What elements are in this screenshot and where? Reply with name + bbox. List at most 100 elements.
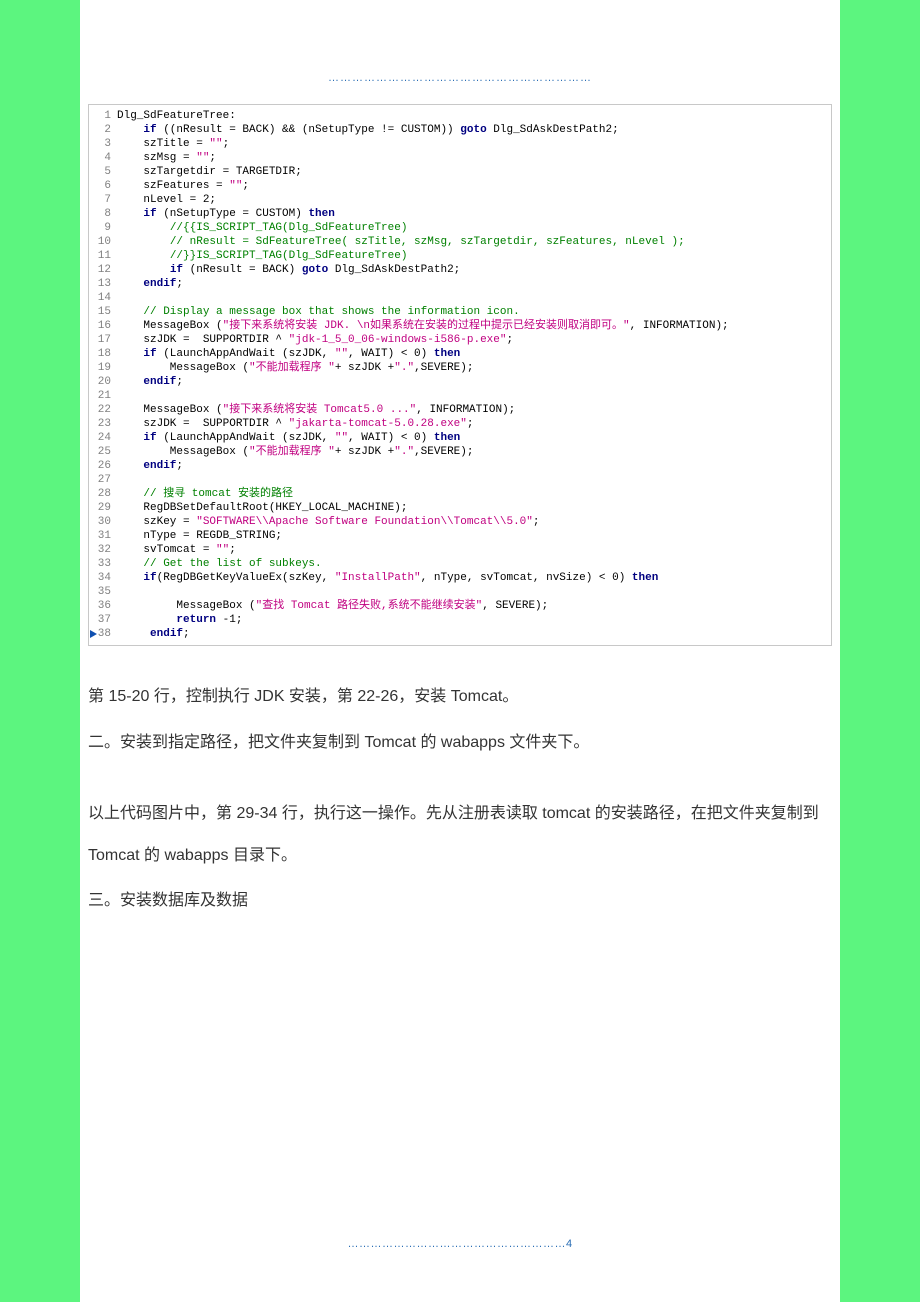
line-number: 11 (89, 249, 117, 263)
line-number: 16 (89, 319, 117, 333)
line-number: 33 (89, 557, 117, 571)
line-number: 32 (89, 543, 117, 557)
code-text (117, 473, 831, 487)
code-text: svTomcat = ""; (117, 543, 831, 557)
code-text (117, 291, 831, 305)
code-text: if ((nResult = BACK) && (nSetupType != C… (117, 123, 831, 137)
code-text: szJDK = SUPPORTDIR ^ "jdk-1_5_0_06-windo… (117, 333, 831, 347)
line-number: 35 (89, 585, 117, 599)
code-line: 25 MessageBox ("不能加载程序 "+ szJDK +".",SEV… (89, 445, 831, 459)
code-line: 6 szFeatures = ""; (89, 179, 831, 193)
code-line: 15 // Display a message box that shows t… (89, 305, 831, 319)
code-text: MessageBox ("不能加载程序 "+ szJDK +".",SEVERE… (117, 445, 831, 459)
code-text: nType = REGDB_STRING; (117, 529, 831, 543)
code-line: 17 szJDK = SUPPORTDIR ^ "jdk-1_5_0_06-wi… (89, 333, 831, 347)
line-number: 25 (89, 445, 117, 459)
code-line: 1Dlg_SdFeatureTree: (89, 109, 831, 123)
header-separator: ………………………………………………………… (80, 72, 840, 84)
code-text: Dlg_SdFeatureTree: (117, 109, 831, 123)
code-line: 33 // Get the list of subkeys. (89, 557, 831, 571)
code-line: 10 // nResult = SdFeatureTree( szTitle, … (89, 235, 831, 249)
code-line: 27 (89, 473, 831, 487)
line-number: 3 (89, 137, 117, 151)
code-line: 20 endif; (89, 375, 831, 389)
line-number: 13 (89, 277, 117, 291)
code-text: // Display a message box that shows the … (117, 305, 831, 319)
code-text: szKey = "SOFTWARE\\Apache Software Found… (117, 515, 831, 529)
code-line: 23 szJDK = SUPPORTDIR ^ "jakarta-tomcat-… (89, 417, 831, 431)
code-line: 16 MessageBox ("接下来系统将安装 JDK. \n如果系统在安装的… (89, 319, 831, 333)
code-text (117, 585, 831, 599)
line-number: 29 (89, 501, 117, 515)
code-line: 18 if (LaunchAppAndWait (szJDK, "", WAIT… (89, 347, 831, 361)
code-text: if (nSetupType = CUSTOM) then (117, 207, 831, 221)
code-line: 13 endif; (89, 277, 831, 291)
code-text: // Get the list of subkeys. (117, 557, 831, 571)
line-number: 22 (89, 403, 117, 417)
code-text: return -1; (117, 613, 831, 627)
code-line: 4 szMsg = ""; (89, 151, 831, 165)
code-line: 32 svTomcat = ""; (89, 543, 831, 557)
code-text: if(RegDBGetKeyValueEx(szKey, "InstallPat… (117, 571, 831, 585)
code-text: MessageBox ("接下来系统将安装 JDK. \n如果系统在安装的过程中… (117, 319, 831, 333)
code-line: 22 MessageBox ("接下来系统将安装 Tomcat5.0 ...",… (89, 403, 831, 417)
code-line: 38 endif; (89, 627, 831, 641)
line-number: 36 (89, 599, 117, 613)
article-body: 第 15-20 行，控制执行 JDK 安装，第 22-26，安装 Tomcat。… (80, 676, 840, 922)
code-text: szJDK = SUPPORTDIR ^ "jakarta-tomcat-5.0… (117, 417, 831, 431)
line-number: 21 (89, 389, 117, 403)
line-number: 7 (89, 193, 117, 207)
code-text: MessageBox ("不能加载程序 "+ szJDK +".",SEVERE… (117, 361, 831, 375)
line-number: 19 (89, 361, 117, 375)
line-number: 6 (89, 179, 117, 193)
line-number: 1 (89, 109, 117, 123)
line-number: 18 (89, 347, 117, 361)
code-text: nLevel = 2; (117, 193, 831, 207)
code-line: 12 if (nResult = BACK) goto Dlg_SdAskDes… (89, 263, 831, 277)
paragraph-2: 二。安装到指定路径，把文件夹复制到 Tomcat 的 wabapps 文件夹下。 (88, 722, 832, 764)
code-text: endif; (117, 627, 831, 641)
code-line: 28 // 搜寻 tomcat 安装的路径 (89, 487, 831, 501)
paragraph-3: 以上代码图片中，第 29-34 行，执行这一操作。先从注册表读取 tomcat … (88, 793, 832, 876)
code-text: endif; (117, 459, 831, 473)
paragraph-4: 三。安装数据库及数据 (88, 880, 832, 922)
code-line: 31 nType = REGDB_STRING; (89, 529, 831, 543)
code-text: MessageBox ("接下来系统将安装 Tomcat5.0 ...", IN… (117, 403, 831, 417)
code-text (117, 389, 831, 403)
line-number: 14 (89, 291, 117, 305)
code-text: RegDBSetDefaultRoot(HKEY_LOCAL_MACHINE); (117, 501, 831, 515)
code-text: endif; (117, 375, 831, 389)
code-line: 2 if ((nResult = BACK) && (nSetupType !=… (89, 123, 831, 137)
line-number: 10 (89, 235, 117, 249)
code-line: 30 szKey = "SOFTWARE\\Apache Software Fo… (89, 515, 831, 529)
code-text: //{{IS_SCRIPT_TAG(Dlg_SdFeatureTree) (117, 221, 831, 235)
code-line: 11 //}}IS_SCRIPT_TAG(Dlg_SdFeatureTree) (89, 249, 831, 263)
line-number: 2 (89, 123, 117, 137)
code-snippet: 1Dlg_SdFeatureTree:2 if ((nResult = BACK… (88, 104, 832, 646)
line-number: 31 (89, 529, 117, 543)
code-line: 5 szTargetdir = TARGETDIR; (89, 165, 831, 179)
line-number: 37 (89, 613, 117, 627)
execution-pointer-icon (90, 630, 97, 638)
footer-page-number: …………………………………………………4 (80, 1238, 840, 1250)
line-number: 5 (89, 165, 117, 179)
code-text: szTitle = ""; (117, 137, 831, 151)
code-text: if (LaunchAppAndWait (szJDK, "", WAIT) <… (117, 347, 831, 361)
code-line: 14 (89, 291, 831, 305)
line-number: 30 (89, 515, 117, 529)
code-line: 3 szTitle = ""; (89, 137, 831, 151)
line-number: 28 (89, 487, 117, 501)
code-line: 21 (89, 389, 831, 403)
code-line: 19 MessageBox ("不能加载程序 "+ szJDK +".",SEV… (89, 361, 831, 375)
line-number: 12 (89, 263, 117, 277)
code-line: 34 if(RegDBGetKeyValueEx(szKey, "Install… (89, 571, 831, 585)
line-number: 24 (89, 431, 117, 445)
code-text: // 搜寻 tomcat 安装的路径 (117, 487, 831, 501)
code-text: //}}IS_SCRIPT_TAG(Dlg_SdFeatureTree) (117, 249, 831, 263)
code-text: // nResult = SdFeatureTree( szTitle, szM… (117, 235, 831, 249)
code-line: 35 (89, 585, 831, 599)
line-number: 26 (89, 459, 117, 473)
code-text: endif; (117, 277, 831, 291)
line-number: 8 (89, 207, 117, 221)
code-line: 37 return -1; (89, 613, 831, 627)
